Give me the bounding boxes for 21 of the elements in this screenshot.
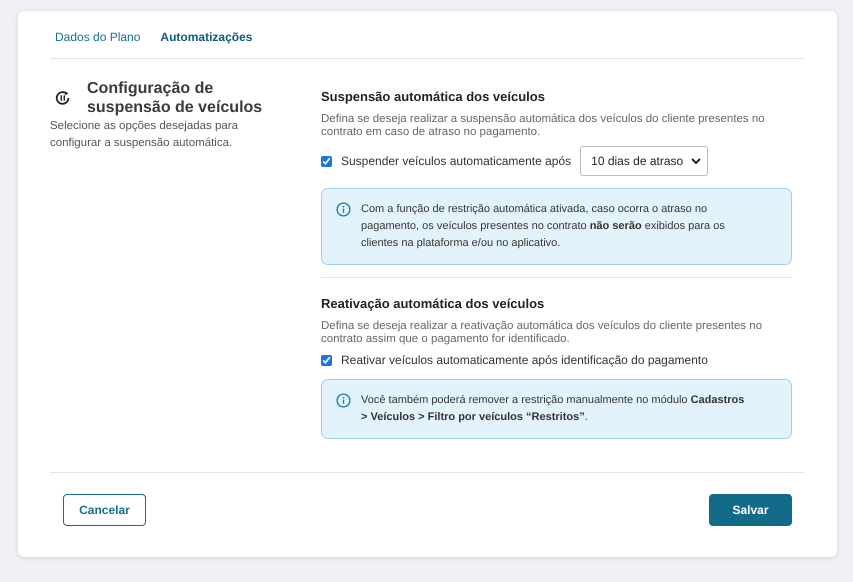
info-icon [336,202,351,217]
section-description: Defina se deseja realizar a suspensão automática dos veículos do cliente presentes no contrato em caso de atraso no pagamento. [321,113,766,139]
checkbox-label: Reativar veículos automaticamente após identificação do pagamento [341,353,708,367]
checkbox[interactable] [321,354,332,366]
cancel-button[interactable]: Cancelar [63,494,146,526]
info-text: Você também poderá remover a restrição manualmente no módulo Cadastros > Veículos > Filtro por veículos “Restritos”. [361,393,746,425]
section-title: Configuração de suspensão de veículos [87,79,264,117]
delay-dropdown[interactable]: 10 dias de atraso [580,146,708,176]
info-text: Com a função de restrição automática ativada, caso ocorra o atraso no pagamento, os veículos presentes no contrato não serão exibidos para os clientes na plataforma e/ou no aplicativo. [361,202,726,251]
save-button[interactable]: Salvar [709,494,792,526]
tab[interactable]: Dados do Plano [55,30,140,44]
tab[interactable]: Automatizações [160,30,252,44]
section-description: Selecione as opções desejadas para configurar a suspensão automática. [50,119,239,151]
section-heading: Suspensão automática dos veículos [321,89,546,104]
info-icon [336,393,351,408]
checkbox[interactable] [321,156,332,166]
pause-refresh-icon [54,89,72,107]
section-description: Defina se deseja realizar a reativação automática dos veículos do cliente presentes no contrato assim que o pagamento for identificado. [321,320,764,346]
caret-icon [691,158,702,164]
checkbox-label: Suspender veículos automaticamente após [341,154,572,168]
section-heading: Reativação automática dos veículos [321,296,546,311]
